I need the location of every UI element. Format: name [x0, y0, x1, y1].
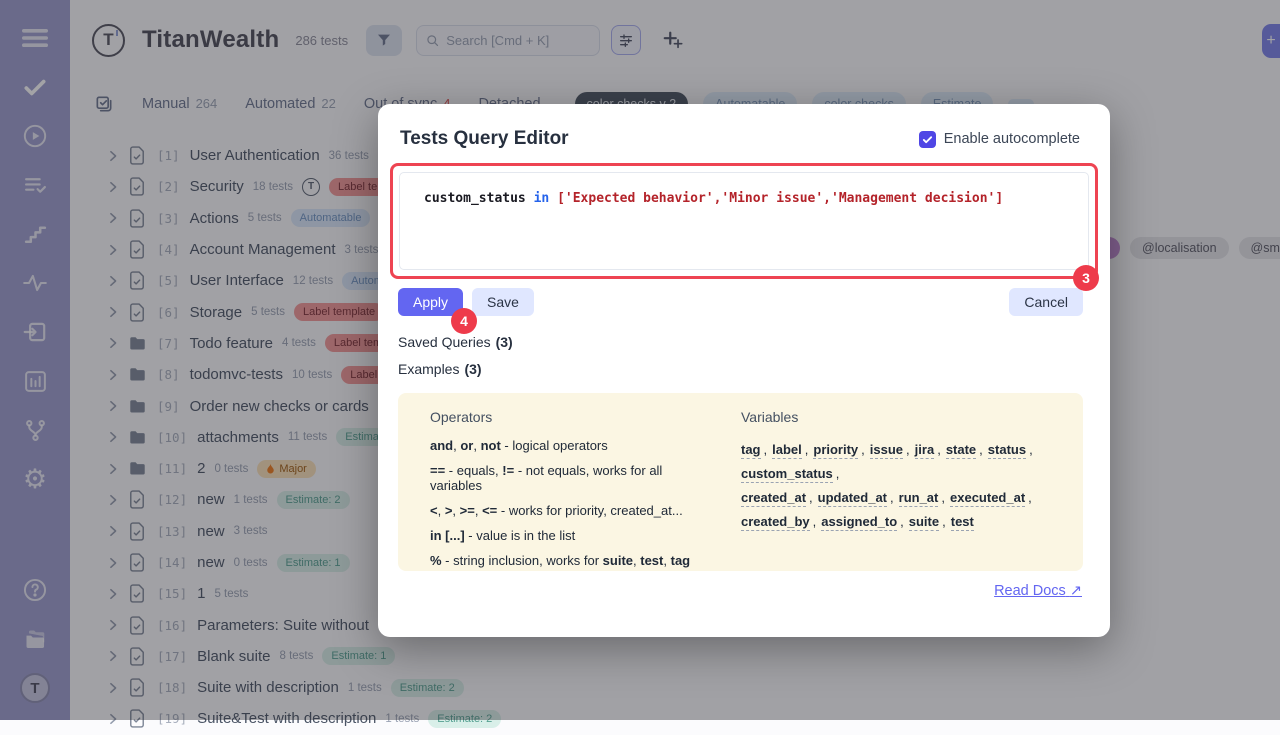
- examples-label: Examples: [398, 361, 459, 377]
- autocomplete-label: Enable autocomplete: [944, 131, 1080, 147]
- operator-row: % - string inclusion, works for suite, t…: [430, 553, 715, 568]
- variables-heading: Variables: [741, 409, 1051, 425]
- saved-queries-toggle[interactable]: Saved Queries (3): [398, 334, 1110, 350]
- variable-chip: updated_at,: [818, 490, 899, 505]
- external-link-icon: ↗: [1070, 583, 1082, 599]
- variable-chip: suite,: [909, 514, 951, 529]
- variable-chip: tag,: [741, 442, 772, 457]
- operators-list: and, or, not - logical operators == - equ…: [430, 438, 715, 568]
- variables-list: tag,label,priority,issue,jira,state,stat…: [741, 438, 1051, 534]
- saved-queries-count: (3): [496, 334, 513, 350]
- tests-query-editor-modal: Tests Query Editor Enable autocomplete c…: [378, 104, 1110, 637]
- variable-chip: assigned_to,: [821, 514, 908, 529]
- variable-chip: priority,: [813, 442, 869, 457]
- read-docs-label: Read Docs: [994, 583, 1066, 599]
- variable-chip: custom_status,: [741, 466, 844, 481]
- query-help-panel: Operators and, or, not - logical operato…: [398, 393, 1083, 571]
- variable-chip: issue,: [870, 442, 915, 457]
- save-button[interactable]: Save: [472, 288, 534, 316]
- variable-chip: created_by,: [741, 514, 821, 529]
- variable-chip: run_at,: [899, 490, 950, 505]
- operator-row: <, >, >=, <= - works for priority, creat…: [430, 503, 715, 518]
- read-docs-link[interactable]: Read Docs ↗: [994, 583, 1082, 599]
- checkbox-checked-icon[interactable]: [919, 131, 936, 148]
- variable-chip: created_at,: [741, 490, 818, 505]
- operator-row: and, or, not - logical operators: [430, 438, 715, 453]
- query-editor-input[interactable]: custom_status in ['Expected behavior','M…: [399, 172, 1089, 270]
- saved-queries-label: Saved Queries: [398, 334, 491, 350]
- operators-heading: Operators: [430, 409, 715, 425]
- annotation-step-4: 4: [451, 308, 477, 334]
- variable-chip: label,: [772, 442, 813, 457]
- operator-row: == - equals, != - not equals, works for …: [430, 463, 715, 493]
- variable-chip: test: [951, 514, 982, 529]
- query-variable: custom_status: [424, 191, 526, 206]
- apply-button[interactable]: Apply 4: [398, 288, 463, 316]
- annotation-step-3: 3: [1073, 265, 1099, 291]
- examples-count: (3): [464, 361, 481, 377]
- modal-title: Tests Query Editor: [400, 128, 569, 150]
- autocomplete-toggle[interactable]: Enable autocomplete: [919, 131, 1080, 148]
- variable-chip: executed_at,: [950, 490, 1037, 505]
- query-keyword: in: [526, 191, 557, 206]
- query-value: ['Expected behavior','Minor issue','Mana…: [557, 191, 1003, 206]
- variable-chip: status,: [988, 442, 1038, 457]
- annotation-highlight-box: custom_status in ['Expected behavior','M…: [390, 163, 1098, 279]
- examples-toggle[interactable]: Examples (3): [398, 361, 1110, 377]
- operator-row: in [...] - value is in the list: [430, 528, 715, 543]
- variable-chip: jira,: [915, 442, 946, 457]
- cancel-button[interactable]: Cancel: [1009, 288, 1083, 316]
- variable-chip: state,: [946, 442, 988, 457]
- apply-label: Apply: [413, 294, 448, 310]
